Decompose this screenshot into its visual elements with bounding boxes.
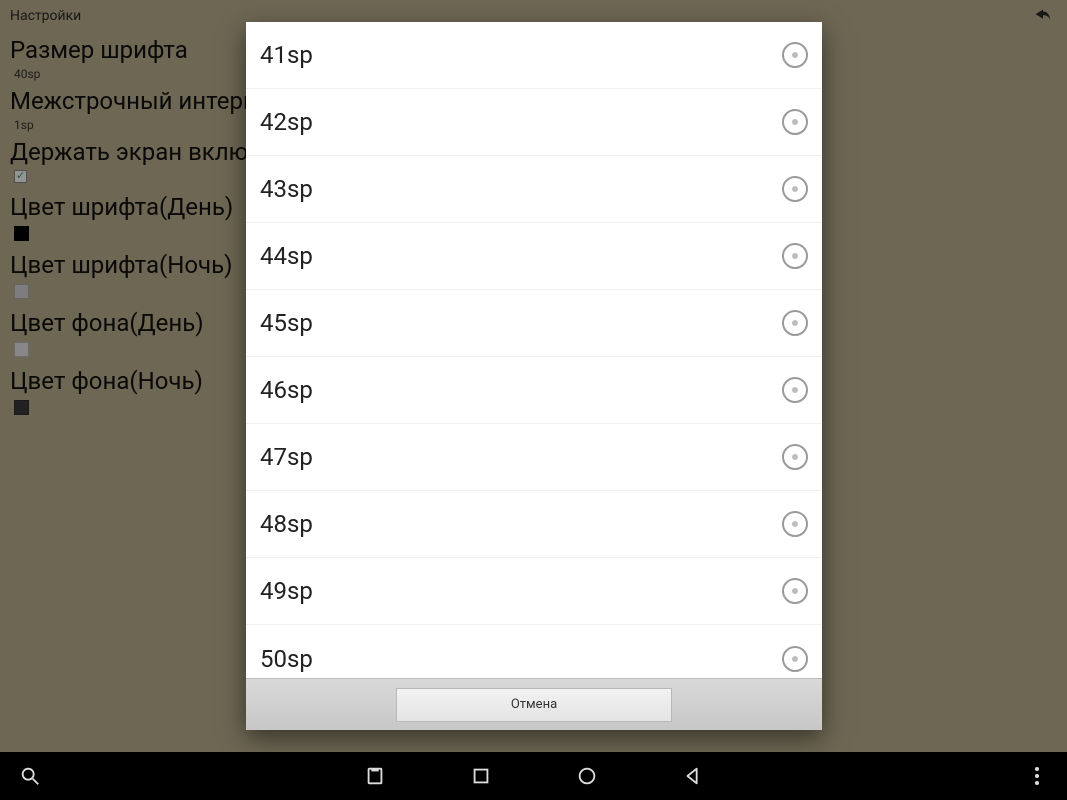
radio-icon[interactable] (782, 176, 808, 202)
option-row[interactable]: 45sp (246, 290, 822, 357)
overview-button[interactable] (470, 765, 492, 787)
option-label: 41sp (260, 41, 782, 69)
option-row[interactable]: 50sp (246, 625, 822, 678)
option-label: 48sp (260, 510, 782, 538)
option-row[interactable]: 43sp (246, 156, 822, 223)
option-row[interactable]: 46sp (246, 357, 822, 424)
option-label: 50sp (260, 645, 782, 673)
cancel-label: Отмена (511, 697, 557, 712)
option-label: 43sp (260, 175, 782, 203)
system-nav-bar (0, 752, 1067, 800)
option-label: 49sp (260, 577, 782, 605)
radio-icon[interactable] (782, 109, 808, 135)
radio-icon[interactable] (782, 578, 808, 604)
nav-center (60, 765, 1007, 787)
dialog-footer: Отмена (246, 678, 822, 730)
font-size-dialog: 41sp 42sp 43sp 44sp 45sp 46sp 47sp 48sp (246, 22, 822, 730)
kebab-icon (1035, 767, 1039, 785)
option-row[interactable]: 42sp (246, 89, 822, 156)
option-label: 42sp (260, 108, 782, 136)
option-list[interactable]: 41sp 42sp 43sp 44sp 45sp 46sp 47sp 48sp (246, 22, 822, 678)
home-button[interactable] (576, 765, 598, 787)
search-button[interactable] (0, 765, 60, 787)
menu-button[interactable] (1007, 767, 1067, 785)
option-label: 46sp (260, 376, 782, 404)
cancel-button[interactable]: Отмена (396, 688, 672, 722)
option-row[interactable]: 44sp (246, 223, 822, 290)
radio-icon[interactable] (782, 377, 808, 403)
search-icon (19, 765, 41, 787)
radio-icon[interactable] (782, 511, 808, 537)
option-label: 44sp (260, 242, 782, 270)
radio-icon[interactable] (782, 444, 808, 470)
back-nav-button[interactable] (682, 765, 704, 787)
recent-apps-button[interactable] (364, 765, 386, 787)
radio-icon[interactable] (782, 310, 808, 336)
radio-icon[interactable] (782, 646, 808, 672)
option-row[interactable]: 41sp (246, 22, 822, 89)
option-label: 45sp (260, 309, 782, 337)
option-row[interactable]: 47sp (246, 424, 822, 491)
radio-icon[interactable] (782, 42, 808, 68)
option-row[interactable]: 49sp (246, 558, 822, 625)
radio-icon[interactable] (782, 243, 808, 269)
option-row[interactable]: 48sp (246, 491, 822, 558)
option-label: 47sp (260, 443, 782, 471)
